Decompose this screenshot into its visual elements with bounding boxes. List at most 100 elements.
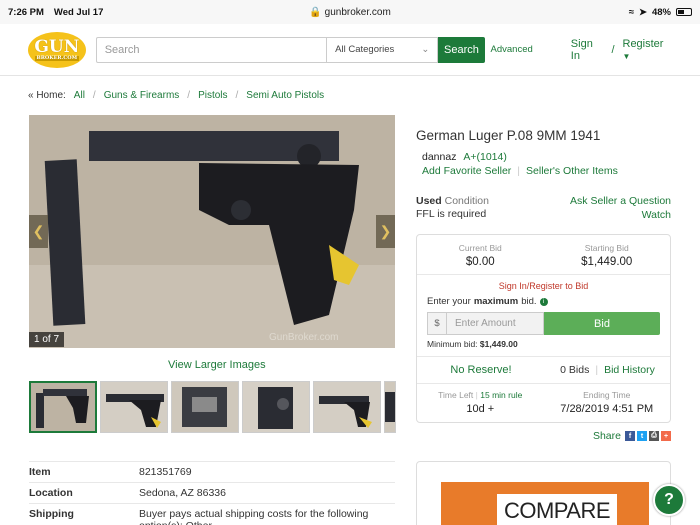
- bid-button[interactable]: Bid: [544, 312, 660, 335]
- separator: |: [595, 364, 599, 376]
- question-mark-icon: ?: [664, 491, 674, 508]
- seller-other-items-link[interactable]: Seller's Other Items: [526, 165, 618, 177]
- share-label: Share: [592, 430, 621, 442]
- next-image-button[interactable]: ❯: [376, 215, 395, 248]
- table-row: Item 821351769: [29, 461, 395, 482]
- time-left-value: 10d +: [466, 403, 495, 415]
- info-icon[interactable]: i: [539, 297, 548, 306]
- search-button[interactable]: Search: [438, 36, 485, 63]
- breadcrumb-pistols[interactable]: Pistols: [198, 90, 227, 101]
- bid-history-link[interactable]: Bid History: [604, 364, 655, 376]
- thumbnail-image: [172, 382, 238, 432]
- thumbnail-image: [314, 382, 380, 432]
- search-input[interactable]: Search: [95, 36, 328, 63]
- pistol-photo: GunBroker.com: [29, 115, 395, 348]
- breadcrumb: « Home: All / Guns & Firearms / Pistols …: [28, 90, 324, 101]
- watch-link[interactable]: Watch: [570, 209, 671, 223]
- chevron-down-icon: ⌄: [421, 44, 430, 55]
- view-larger-link[interactable]: View Larger Images: [168, 359, 266, 371]
- separator: |: [475, 390, 478, 400]
- starting-bid-label: Starting Bid: [584, 243, 629, 253]
- detail-value: Buyer pays actual shipping costs for the…: [139, 508, 369, 525]
- ending-time-label: Ending Time: [583, 390, 631, 400]
- add-favorite-seller-link[interactable]: Add Favorite Seller: [422, 165, 511, 177]
- chevron-right-icon: ❯: [379, 223, 392, 239]
- thumbnail-image: [101, 382, 167, 432]
- seller-name[interactable]: dannaz: [422, 151, 456, 163]
- category-select[interactable]: All Categories ⌄: [327, 36, 439, 63]
- breadcrumb-semi-auto[interactable]: Semi Auto Pistols: [246, 90, 324, 101]
- wifi-icon: ≈: [628, 6, 635, 18]
- status-time: 7:26 PM: [8, 6, 44, 18]
- thumbnail[interactable]: [100, 381, 168, 433]
- location-icon: ➤: [639, 6, 647, 18]
- seller-rating[interactable]: A+(1014): [463, 151, 507, 163]
- facebook-icon[interactable]: f: [625, 431, 635, 441]
- compare-promo-banner[interactable]: COMPARE: [416, 461, 671, 525]
- help-chat-button[interactable]: ?: [653, 484, 685, 516]
- detail-key: Shipping: [29, 508, 74, 520]
- enter-suffix: bid.: [521, 296, 537, 307]
- logo-text: GUN: [34, 36, 80, 57]
- breadcrumb-separator: /: [235, 90, 239, 101]
- register-label: Register: [622, 37, 664, 50]
- gunbroker-logo[interactable]: GUN BROKER.COM: [28, 31, 86, 68]
- main-product-image[interactable]: GunBroker.com ❮ ❯: [29, 115, 395, 348]
- ending-time: Ending Time 7/28/2019 4:51 PM: [544, 384, 671, 423]
- ffl-notice: FFL is required: [416, 208, 487, 220]
- thumbnail[interactable]: [171, 381, 239, 433]
- add-share-icon[interactable]: +: [661, 431, 671, 441]
- fifteen-min-rule-link[interactable]: 15 min rule: [480, 390, 522, 400]
- category-value: All Categories: [335, 44, 395, 55]
- bid-amount-input[interactable]: Enter Amount: [447, 312, 544, 335]
- logo-subtext: BROKER.COM: [34, 54, 80, 61]
- thumbnail[interactable]: [384, 381, 396, 433]
- register-link[interactable]: Register ▼: [623, 38, 673, 62]
- print-icon[interactable]: ⎙: [649, 431, 659, 441]
- breadcrumb-separator: /: [187, 90, 191, 101]
- battery-percent: 48%: [651, 6, 671, 18]
- prev-image-button[interactable]: ❮: [29, 215, 48, 248]
- lock-icon: 🔒: [309, 6, 322, 18]
- bid-box: Current Bid $0.00 Starting Bid $1,449.00…: [416, 234, 671, 423]
- promo-text: COMPARE: [497, 494, 617, 525]
- condition: Used Condition: [416, 195, 489, 207]
- share-row: Share f t ⎙ +: [593, 430, 671, 442]
- url-text: gunbroker.com: [324, 6, 391, 18]
- condition-label: Condition: [444, 195, 489, 207]
- time-left: Time Left | 15 min rule 10d +: [417, 384, 544, 423]
- sign-in-register-link[interactable]: Sign In/Register to Bid: [417, 281, 670, 291]
- thumbnail[interactable]: [242, 381, 310, 433]
- image-counter: 1 of 7: [29, 332, 65, 347]
- thumbnail[interactable]: [29, 381, 97, 433]
- seller-links: Add Favorite Seller | Seller's Other Ite…: [422, 165, 618, 177]
- ask-seller-link[interactable]: Ask Seller a Question: [570, 195, 671, 209]
- table-row: Location Sedona, AZ 86336: [29, 482, 395, 503]
- no-reserve-label: No Reserve!: [450, 364, 512, 376]
- enter-bold: maximum: [473, 296, 519, 307]
- breadcrumb-all[interactable]: All: [74, 90, 85, 101]
- thumbnail[interactable]: [313, 381, 381, 433]
- breadcrumb-guns[interactable]: Guns & Firearms: [104, 90, 180, 101]
- twitter-icon[interactable]: t: [637, 431, 647, 441]
- enter-bid-label: Enter your maximum bid. i: [427, 296, 670, 307]
- current-bid-value: $0.00: [465, 256, 495, 268]
- minimum-bid: Minimum bid: $1,449.00: [427, 339, 670, 349]
- detail-key: Location: [29, 487, 73, 499]
- sign-in-link[interactable]: Sign In: [571, 38, 604, 62]
- ending-time-value: 7/28/2019 4:51 PM: [560, 403, 654, 415]
- time-row: Time Left | 15 min rule 10d + Ending Tim…: [417, 383, 670, 423]
- detail-value: Sedona, AZ 86336: [139, 487, 226, 499]
- thumbnail-image: [243, 382, 309, 432]
- thumbnail-image: [385, 382, 395, 432]
- breadcrumb-home: « Home:: [28, 90, 66, 101]
- advanced-search-link[interactable]: Advanced: [491, 44, 533, 55]
- reserve-row: No Reserve! 0 Bids | Bid History: [417, 356, 670, 383]
- url-bar[interactable]: 🔒 gunbroker.com: [309, 7, 391, 18]
- status-date: Wed Jul 17: [53, 6, 104, 18]
- separator: |: [517, 165, 521, 177]
- caret-down-icon: ▼: [622, 51, 631, 61]
- item-actions: Ask Seller a Question Watch: [570, 195, 671, 222]
- enter-prefix: Enter your: [427, 296, 471, 307]
- breadcrumb-separator: /: [92, 90, 96, 101]
